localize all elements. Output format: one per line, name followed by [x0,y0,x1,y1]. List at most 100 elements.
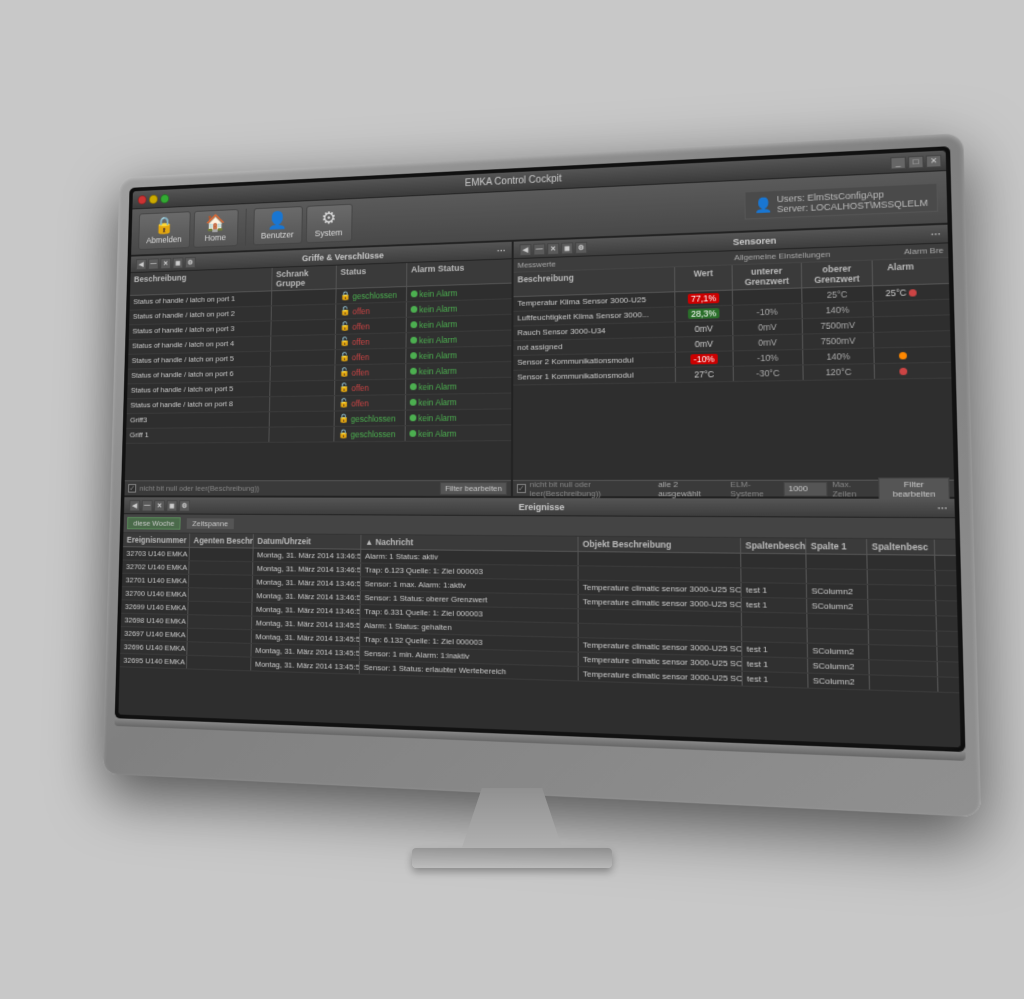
griffe-alarm: kein Alarm [406,409,484,425]
e-agent [189,561,253,574]
s-desc: Sensor 2 Kommunikationsmodul [513,352,676,369]
s-col-alarm: Alarm [873,258,929,285]
e-sp3 [868,584,936,599]
griffe-btn5[interactable]: ⚙ [185,256,196,267]
e-nr: 32695 U140 EMKA TZ [120,653,188,668]
s-alarm [874,331,930,347]
s-alarm [874,347,930,363]
e-col-agent: Agenten Beschreibung [190,533,254,547]
e-agent [189,588,253,602]
e-btn4[interactable]: ◼ [167,499,178,510]
s-alarm [874,315,930,331]
sensor-filter-checkbox[interactable]: ✓ [517,483,526,492]
e-nr: 32700 U140 EMKA TZ [122,587,189,601]
close-btn[interactable] [138,194,147,203]
s-desc: Sensor 1 Kommunikationsmodul [513,367,676,384]
griffe-alarm: kein Alarm [406,378,484,394]
user-info-panel: 👤 Users: ElmStsConfigApp Server: LOCALHO… [744,182,938,219]
griffe-btn2[interactable]: — [148,257,159,268]
griffe-schrank [272,289,337,305]
e-nr: 32699 U140 EMKA TZ [121,600,188,614]
col-header-beschreibung: Beschreibung [130,267,273,294]
home-button[interactable]: 🏠 Home [193,209,238,248]
e-objekt [579,551,742,566]
e-sp1 [741,553,806,567]
griffe-alarm: kein Alarm [407,300,484,317]
screen-bezel: EMKA Control Cockpit _ □ ✕ 🔒 Abmelden [115,146,966,752]
minimize-btn[interactable] [149,194,158,203]
sensoren-options: ··· [931,228,941,239]
e-btn1[interactable]: ◀ [129,499,140,510]
system-button[interactable]: ⚙ System [305,203,352,243]
griffe-alarm: kein Alarm [406,362,484,378]
griffe-filter-checkbox[interactable]: ✓ [128,484,136,492]
griffe-schrank [272,304,337,320]
sensoren-footer: ✓ nicht bit null oder leer(Beschreibung)… [513,479,954,496]
win-close[interactable]: ✕ [926,154,942,167]
s-btn1[interactable]: ◀ [520,243,532,255]
monitor-display: EMKA Control Cockpit _ □ ✕ 🔒 Abmelden [82,150,942,850]
griffe-btn3[interactable]: ✕ [160,257,171,268]
abmelden-button[interactable]: 🔒 Abmelden [138,211,190,250]
e-datum: Montag, 31. März 2014 13:45:55 [252,616,360,631]
maximize-btn[interactable] [160,193,169,203]
griffe-desc: Status of handle / latch on port 5 [127,381,270,397]
ereignisse-data-rows: 32703 U140 EMKA TZ Montag, 31. März 2014… [118,547,960,747]
abmelden-label: Abmelden [146,234,182,245]
e-objekt: Temperature climatic sensor 3000-U25 SCo… [579,594,742,611]
e-btn2[interactable]: — [142,499,153,510]
griffe-schrank [270,396,335,411]
s-btn4[interactable]: ◼ [561,241,573,253]
user-avatar-icon: 👤 [754,195,773,213]
diese-woche-button[interactable]: diese Woche [127,517,181,530]
s-unterer: -30°C [734,365,804,381]
e-sp2: SColumn2 [807,598,868,613]
s-unterer: 0mV [733,319,803,335]
e-agent [190,547,254,560]
e-btn5[interactable]: ⚙ [179,499,190,510]
griffe-desc: Status of handle / latch on port 6 [128,366,271,383]
griffe-status: 🔓 offen [336,317,407,333]
griffe-status: 🔓 offen [335,395,406,410]
benutzer-label: Benutzer [261,229,294,240]
benutzer-button[interactable]: 👤 Benutzer [253,206,303,245]
griffe-btn1[interactable]: ◀ [136,258,147,269]
s-btn5[interactable]: ⚙ [575,241,587,253]
e-sp3 [870,675,939,691]
griffe-footer: ✓ nicht bit null oder leer(Beschreibung)… [124,479,511,495]
s-alarm: 25°C [873,284,929,300]
e-nr: 32703 U140 EMKA TZ [123,547,190,560]
griffe-alarm: kein Alarm [406,331,483,347]
e-sp2: SColumn2 [808,673,870,689]
win-minimize[interactable]: _ [890,156,906,169]
e-sp1: test 1 [742,642,808,657]
e-sp1 [742,627,808,642]
zeitspanne-button[interactable]: Zeitspanne [186,517,235,530]
griffe-desc: Griff 1 [126,427,270,442]
e-objekt [579,609,742,626]
s-btn3[interactable]: ✕ [547,242,559,254]
elm-input[interactable] [784,481,828,496]
griffe-desc: Status of handle / latch on port 4 [128,336,271,353]
sensoren-title: Sensoren [733,234,777,246]
e-col-nr: Ereignisnummer [123,533,190,547]
e-datum: Montag, 31. März 2014 13:46:50 [253,575,361,589]
griffe-row[interactable]: Griff 1 🔒 geschlossen kein Alarm [126,425,511,444]
griffe-btn4[interactable]: ◼ [173,256,184,267]
sensor-filter-button[interactable]: Filter bearbeiten [878,476,950,500]
e-agent [187,642,251,656]
application: EMKA Control Cockpit _ □ ✕ 🔒 Abmelden [118,150,960,747]
e-nr: 32702 U140 EMKA TZ [122,560,189,573]
griffe-alarm: kein Alarm [407,284,484,301]
s-btn2[interactable]: — [533,242,545,254]
e-nr: 32696 U140 EMKA TZ [120,640,188,654]
e-datum: Montag, 31. März 2014 13:46:50 [253,548,361,562]
win-maximize[interactable]: □ [908,155,924,168]
e-sp1: test 1 [742,583,808,598]
s-unterer: -10% [734,349,804,365]
sensoren-panel: ◀ — ✕ ◼ ⚙ Sensoren ··· [513,224,954,496]
e-sp3 [869,660,938,676]
griffe-filter-button[interactable]: Filter bearbeiten [440,481,507,494]
ereignisse-panel: ◀ — ✕ ◼ ⚙ Ereignisse ··· [118,497,960,747]
e-btn3[interactable]: ✕ [154,499,165,510]
